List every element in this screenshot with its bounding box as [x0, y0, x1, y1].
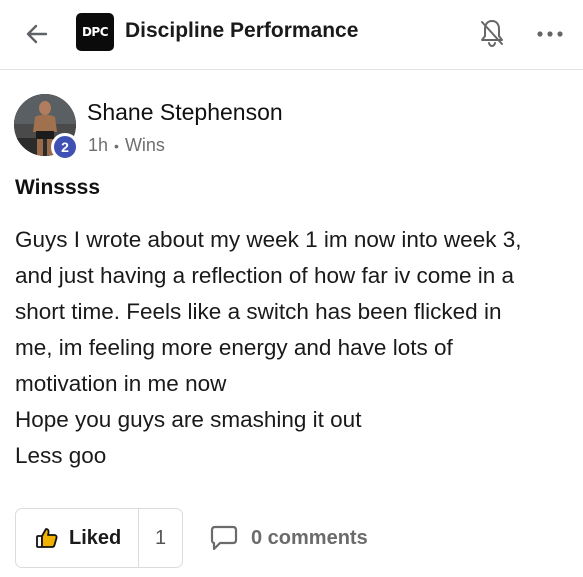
comments-button[interactable]: 0 comments [209, 524, 368, 552]
author-name[interactable]: Shane Stephenson [87, 99, 283, 126]
post-body-line: Guys I wrote about my week 1 im now into… [15, 227, 522, 252]
like-label: Liked [69, 526, 122, 549]
post-body-line: me, im feeling more energy and have lots… [15, 335, 453, 360]
post-body-line: short time. Feels like a switch has been… [15, 299, 502, 324]
comments-label: 0 comments [251, 526, 368, 549]
ellipsis-icon [537, 31, 563, 37]
level-number: 2 [61, 139, 69, 155]
top-bar: DPC Discipline Performance [0, 0, 583, 70]
group-logo[interactable]: DPC [76, 13, 114, 51]
level-badge: 2 [51, 133, 79, 161]
arrow-left-icon [26, 24, 48, 44]
post-body-line: and just having a reflection of how far … [15, 263, 515, 288]
group-title[interactable]: Discipline Performance [125, 19, 358, 43]
post-body-line: Hope you guys are smashing it out [15, 407, 362, 432]
post-meta: 1h • Wins [88, 135, 165, 156]
post-body-line: motivation in me now [15, 371, 227, 396]
more-options-button[interactable] [530, 17, 570, 51]
notifications-button[interactable] [475, 14, 509, 52]
author-avatar-wrapper: 2 [14, 94, 80, 161]
like-count[interactable]: 1 [139, 527, 182, 550]
like-control: Liked 1 [15, 508, 183, 568]
post-category[interactable]: Wins [125, 135, 165, 156]
bell-off-icon [481, 20, 503, 48]
back-button[interactable] [20, 17, 54, 51]
post-body-line: Less goo [15, 443, 107, 468]
post-time: 1h [88, 135, 109, 155]
thumbs-up-icon [36, 528, 58, 548]
group-logo-text: DPC [81, 25, 109, 39]
post-title: Winssss [15, 176, 101, 199]
post-body: Guys I wrote about my week 1 im now into… [15, 222, 575, 474]
comment-bubble-icon [210, 525, 238, 551]
like-button[interactable]: Liked [16, 509, 139, 567]
meta-separator: • [114, 137, 119, 154]
